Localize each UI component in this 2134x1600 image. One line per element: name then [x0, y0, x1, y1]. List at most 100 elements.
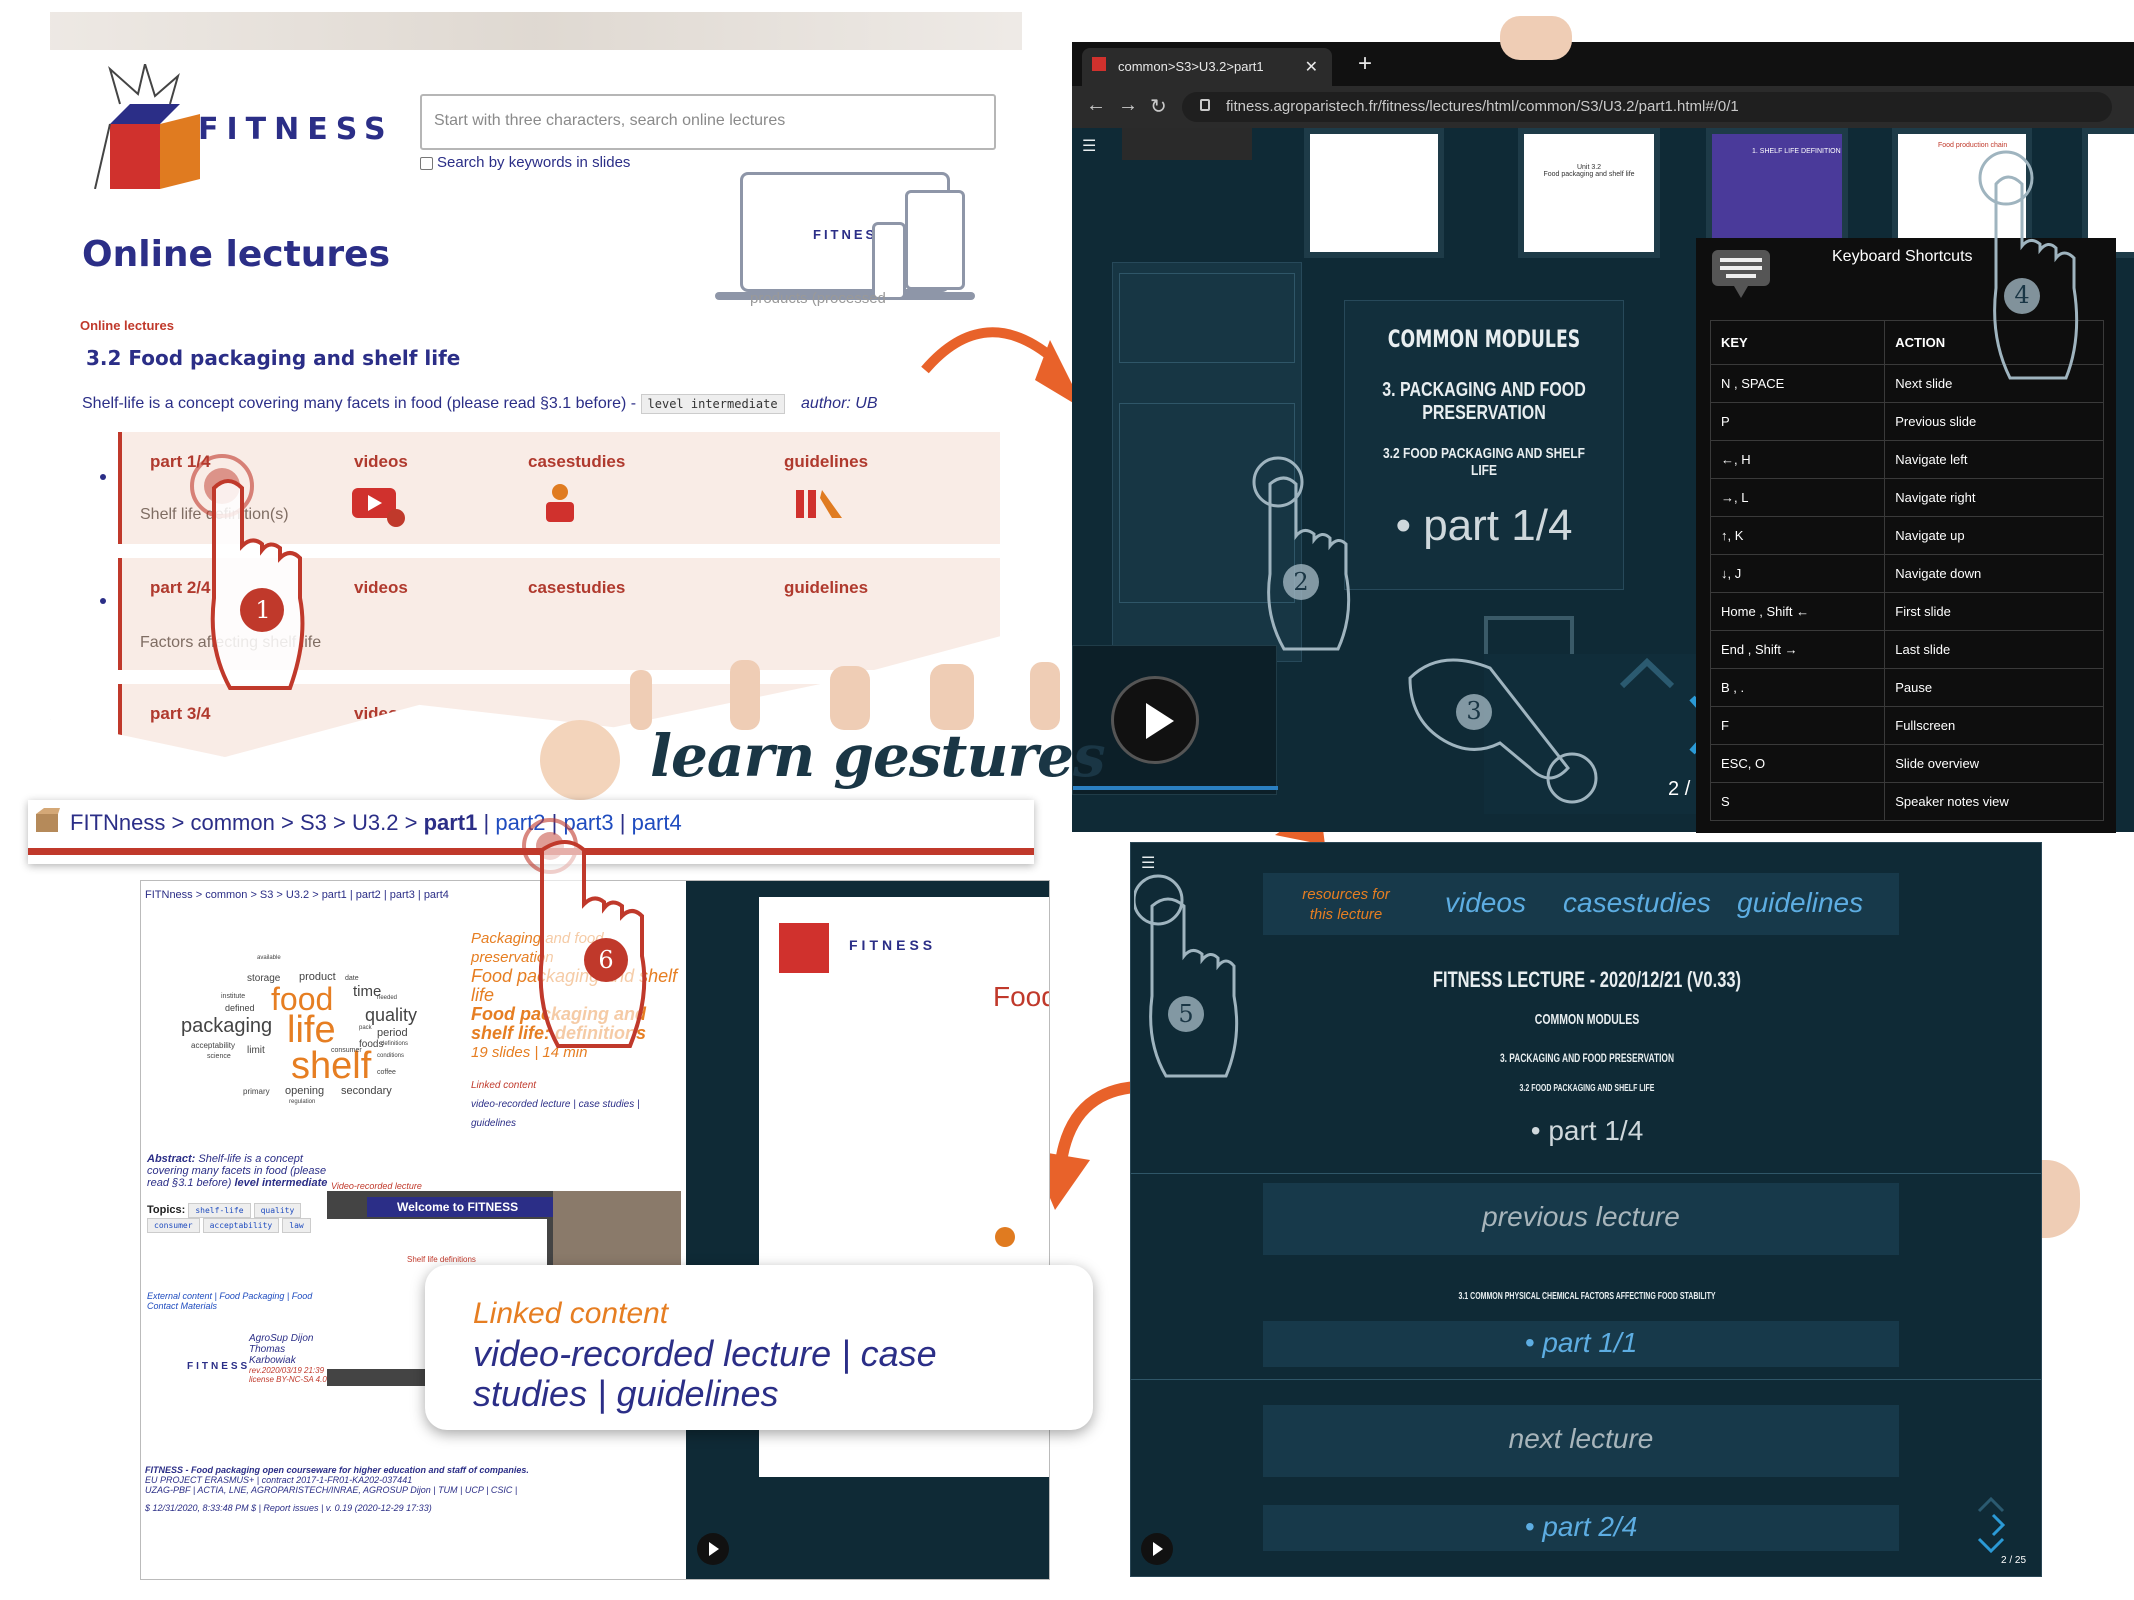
browser-tab[interactable]: common>S3>U3.2>part1 ✕: [1082, 48, 1332, 86]
videos-link[interactable]: videos: [354, 704, 408, 724]
back-icon[interactable]: ←: [1086, 94, 1106, 117]
menu-line-3: 3.2 FOOD PACKAGING AND SHELF LIFE: [1519, 1083, 1655, 1094]
play-icon: [1146, 703, 1174, 739]
lecture-title[interactable]: 3.2 Food packaging and shelf life: [86, 346, 460, 370]
prev-part-text: part 1/1: [1542, 1327, 1638, 1358]
footer-line: EU PROJECT ERASMUS+ | contract 2017-1-FR…: [145, 1475, 413, 1485]
play-button[interactable]: [1141, 1533, 1173, 1565]
cloud-word: storage: [247, 973, 281, 984]
slide-counter: 2 / 25: [2001, 1555, 2027, 1566]
close-tab-icon[interactable]: ✕: [1305, 57, 1318, 77]
new-tab-icon[interactable]: +: [1358, 50, 1372, 78]
gesture-number-2: 2: [1293, 568, 1309, 596]
logo-text: FITNESS: [198, 112, 394, 147]
topic-tag[interactable]: quality: [253, 1203, 302, 1218]
slide-thumb[interactable]: [1304, 128, 1444, 258]
lock-icon: [1200, 99, 1210, 111]
shortcut-row: ←, H Navigate left: [1709, 440, 2104, 479]
reload-icon[interactable]: ↻: [1150, 94, 1167, 119]
crumb-fitnness[interactable]: FITNness: [70, 810, 165, 835]
videos-link[interactable]: videos: [354, 452, 408, 472]
keyword-search-option[interactable]: Search by keywords in slides: [420, 154, 630, 171]
shortcut-row: B , . Pause: [1709, 668, 2104, 707]
guidelines-link[interactable]: guidelines: [784, 578, 868, 598]
slide-thumb[interactable]: Unit 3.2 Food packaging and shelf life: [1518, 128, 1660, 258]
topic-tag[interactable]: shelf-life: [188, 1203, 251, 1218]
shortcut-row: S Speaker notes view: [1709, 782, 2104, 821]
swipe-gesture-hand-icon: [1408, 658, 1598, 804]
meta-info: AgroSup Dijon Thomas Karbowiak rev.2020/…: [249, 1333, 329, 1384]
shortcut-action: Fullscreen: [1884, 706, 2104, 745]
word-cloud: food life shelf packaging quality time p…: [181, 941, 441, 1105]
crumb-common[interactable]: common: [190, 810, 274, 835]
crumb-s3[interactable]: S3: [300, 810, 327, 835]
shortcut-key: Home , Shift ←: [1709, 592, 1886, 631]
prev-part-link[interactable]: • part 1/1: [1263, 1321, 1899, 1367]
casestudies-link[interactable]: casestudies: [1563, 887, 1711, 919]
hand-photo: [1030, 662, 1060, 730]
hand-photo: [730, 660, 760, 730]
case-studies-link[interactable]: studies |: [473, 1373, 606, 1414]
divider: [1131, 1379, 2041, 1380]
slide-title-partial: Food: [993, 981, 1049, 1012]
topic-tag[interactable]: consumer: [147, 1218, 200, 1233]
chevron-up-icon[interactable]: [1612, 654, 1682, 694]
shortcut-row: →, L Navigate right: [1709, 478, 2104, 517]
topic-tag[interactable]: acceptability: [202, 1218, 280, 1233]
casestudy-icon[interactable]: [536, 482, 586, 526]
guidelines-link[interactable]: guidelines: [784, 452, 868, 472]
shortcut-key: N , SPACE: [1709, 364, 1886, 403]
gesture-number-3: 3: [1466, 697, 1482, 725]
crumb-sep: >: [404, 810, 418, 835]
play-button[interactable]: [697, 1533, 729, 1565]
mobile-slide-menu: ☰ resources for this lecture videos case…: [1130, 842, 2042, 1577]
video-lecture-link[interactable]: video-recorded lecture |: [473, 1333, 851, 1374]
case-link[interactable]: case: [861, 1333, 937, 1374]
slide-line-2: 3. PACKAGING AND FOOD PRESERVATION: [1382, 379, 1586, 424]
search-input[interactable]: Start with three characters, search onli…: [420, 94, 996, 150]
previous-lecture-band[interactable]: previous lecture: [1263, 1183, 1899, 1255]
video-play-icon[interactable]: [350, 484, 410, 528]
thumb-text: Unit 3.2: [1576, 164, 1602, 171]
tap-gesture-hand-icon: [190, 454, 305, 690]
cloud-word: definitions: [381, 1041, 409, 1047]
guidelines-icon[interactable]: [794, 486, 844, 522]
cloud-word: science: [207, 1053, 231, 1060]
tap-gesture-hand-icon: [1978, 150, 2079, 380]
thumb-text: Food packaging and shelf life: [1543, 171, 1635, 178]
breadcrumb[interactable]: Online lectures: [80, 318, 174, 333]
crumb-u32[interactable]: U3.2: [352, 810, 398, 835]
external-content-links[interactable]: External content | Food Packaging | Food…: [147, 1291, 327, 1311]
nav-arrows-icon[interactable]: [1971, 1493, 2011, 1553]
shortcut-row: End , Shift → Last slide: [1709, 630, 2104, 669]
next-lecture-band[interactable]: next lecture: [1263, 1405, 1899, 1477]
casestudies-link[interactable]: casestudies: [528, 578, 625, 598]
crumb-part1[interactable]: part1: [424, 810, 478, 835]
current-slide[interactable]: COMMON MODULES 3. PACKAGING AND FOOD PRE…: [1344, 300, 1624, 590]
forward-icon[interactable]: →: [1118, 94, 1138, 117]
list-bullet: [100, 598, 106, 604]
abstract-block: Abstract: Shelf-life is a concept coveri…: [147, 1153, 337, 1233]
cloud-word: primary: [243, 1087, 270, 1096]
overview-block: [1119, 273, 1295, 363]
meta-line[interactable]: license BY-NC-SA 4.0: [249, 1375, 329, 1384]
play-button[interactable]: [1111, 676, 1199, 764]
video-slide-title: Shelf life definitions: [407, 1255, 476, 1264]
guidelines-link[interactable]: guidelines: [1737, 887, 1863, 919]
next-part-link[interactable]: • part 2/4: [1263, 1505, 1899, 1551]
list-bullet: [100, 474, 106, 480]
url-bar[interactable]: fitness.agroparistech.fr/fitness/lecture…: [1182, 92, 2112, 122]
thumb-code[interactable]: [1122, 128, 1252, 160]
keyword-checkbox-label: Search by keywords in slides: [437, 154, 631, 171]
topic-tag[interactable]: law: [282, 1218, 311, 1233]
videos-link[interactable]: videos: [1445, 887, 1526, 919]
casestudies-link[interactable]: casestudies: [528, 452, 625, 472]
keyword-checkbox[interactable]: [420, 156, 433, 170]
menu-icon[interactable]: ☰: [1082, 136, 1096, 156]
guidelines-link[interactable]: guidelines: [616, 1373, 778, 1414]
linked-content-links[interactable]: video-recorded lecture | case studies | …: [471, 1095, 681, 1133]
hand-photo: [630, 670, 652, 730]
page-breadcrumb[interactable]: FITNness > common > S3 > U3.2 > part1 | …: [145, 889, 449, 901]
footer-line[interactable]: $ 12/31/2020, 8:33:48 PM $ | Report issu…: [145, 1503, 685, 1513]
videos-link[interactable]: videos: [354, 578, 408, 598]
